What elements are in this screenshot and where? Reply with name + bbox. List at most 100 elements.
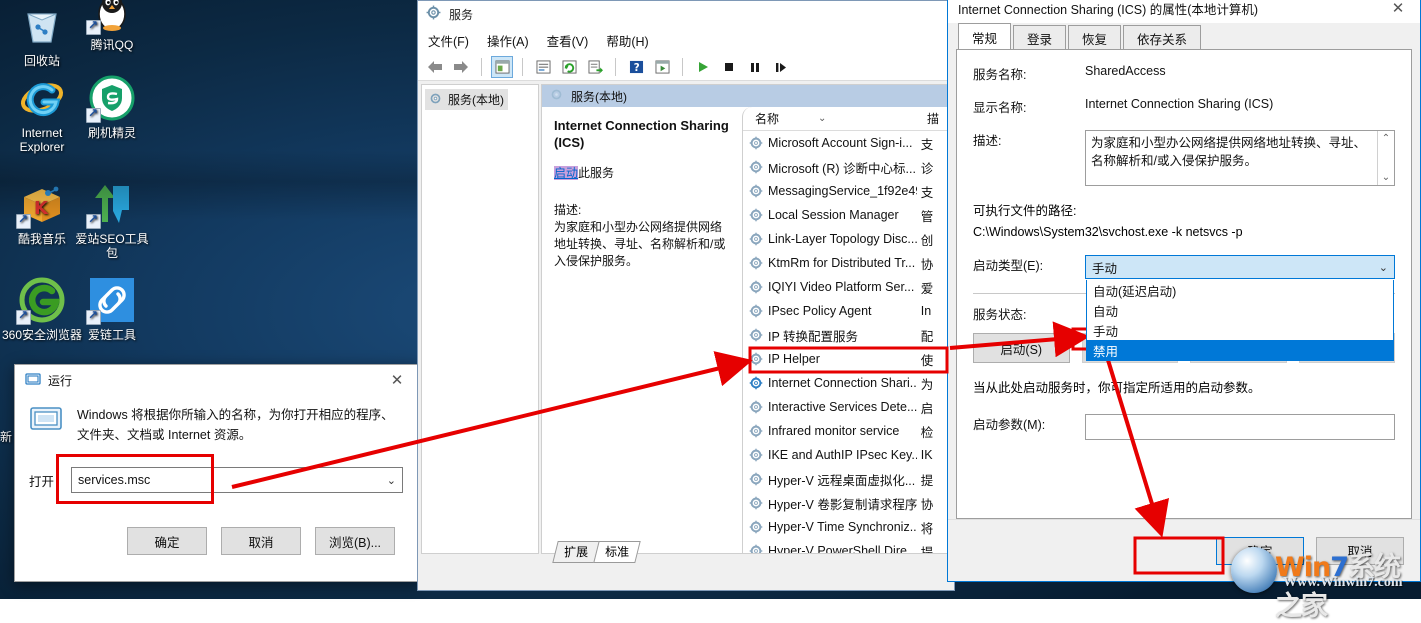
tab-extended[interactable]: 扩展 (552, 541, 600, 563)
service-row[interactable]: Hyper-V Time Synchroniz...将 (743, 515, 950, 539)
service-row[interactable]: MessagingService_1f92e49支 (743, 179, 950, 203)
tab-logon-label: 登录 (1027, 29, 1052, 48)
menu-help[interactable]: 帮助(H) (606, 31, 648, 50)
services-rows: Microsoft Account Sign-i...支Microsoft (R… (743, 131, 950, 553)
gear-icon (749, 472, 763, 486)
tab-general[interactable]: 常规 (958, 23, 1011, 51)
menu-action[interactable]: 操作(A) (487, 31, 529, 50)
show-tree-icon[interactable] (491, 56, 513, 78)
service-row[interactable]: Microsoft Account Sign-i...支 (743, 131, 950, 155)
gear-icon (749, 520, 763, 534)
console-icon[interactable] (651, 56, 673, 78)
export-list-icon[interactable] (584, 56, 606, 78)
watermark: Win7系统之家 Www.Winwin7.com (1225, 541, 1421, 597)
run-ok-button[interactable]: 确定 (127, 527, 207, 555)
chevron-down-icon[interactable]: ⌄ (1379, 261, 1388, 274)
run-cancel-button[interactable]: 取消 (221, 527, 301, 555)
service-row[interactable]: IPsec Policy Agent In (743, 299, 950, 323)
close-icon[interactable]: ✕ (1376, 0, 1420, 23)
service-row[interactable]: Hyper-V PowerShell Dire...提 (743, 539, 950, 553)
kuwo-music-icon: K (18, 180, 66, 228)
service-row[interactable]: Hyper-V 远程桌面虚拟化...提 (743, 467, 950, 491)
service-properties-dialog: Internet Connection Sharing (ICS) 的属性(本地… (947, 0, 1421, 582)
service-row[interactable]: Microsoft (R) 诊断中心标...诊 (743, 155, 950, 179)
stop-service-icon[interactable] (718, 56, 740, 78)
scroll-down-icon[interactable]: ⌄ (1382, 172, 1390, 183)
service-row[interactable]: IP Helper使 (743, 347, 950, 371)
service-row-name: Microsoft Account Sign-i... (768, 136, 913, 150)
service-row-name: IPsec Policy Agent (768, 304, 872, 318)
tab-recovery[interactable]: 恢复 (1068, 25, 1121, 51)
tree-node-label: 服务(本地) (448, 91, 504, 108)
service-row-description: 启 (917, 398, 950, 417)
service-row[interactable]: Infrared monitor service检 (743, 419, 950, 443)
service-row-name-cell: Hyper-V 远程桌面虚拟化... (743, 470, 917, 489)
column-header-description[interactable]: 描 (921, 110, 939, 127)
recycle-bin-icon (18, 2, 66, 50)
service-row[interactable]: Hyper-V 卷影复制请求程序协 (743, 491, 950, 515)
start-service-button[interactable]: 启动(S) (973, 333, 1070, 363)
service-row[interactable]: IQIYI Video Platform Ser...爱 (743, 275, 950, 299)
description-scrollbar[interactable]: ⌃ ⌄ (1377, 131, 1394, 185)
services-list[interactable]: 名称 ⌄ 描 Microsoft Account Sign-i...支Micro… (742, 107, 950, 553)
properties-icon[interactable] (532, 56, 554, 78)
startup-params-input[interactable] (1085, 414, 1395, 440)
back-arrow-icon[interactable] (424, 56, 446, 78)
tab-logon[interactable]: 登录 (1013, 25, 1066, 51)
service-row-name: IKE and AuthIP IPsec Key... (768, 448, 917, 462)
svg-text:?: ? (633, 62, 639, 74)
service-row[interactable]: IKE and AuthIP IPsec Key...IK (743, 443, 950, 467)
menu-view[interactable]: 查看(V) (547, 31, 589, 50)
service-row-description: In (917, 304, 950, 318)
restart-service-icon[interactable] (770, 56, 792, 78)
dropdown-option-auto-delayed[interactable]: 自动(延迟启动) (1087, 280, 1393, 300)
service-row[interactable]: Link-Layer Topology Disc...创 (743, 227, 950, 251)
gear-icon (749, 376, 763, 390)
service-row-name: IQIYI Video Platform Ser... (768, 280, 914, 294)
start-service-icon[interactable] (692, 56, 714, 78)
desktop-icon-shuaji-jingling[interactable]: 刷机精灵 (70, 74, 154, 140)
service-row-description: 支 (917, 182, 950, 201)
service-row[interactable]: Interactive Services Dete...启 (743, 395, 950, 419)
run-open-combobox[interactable]: services.msc ⌄ (71, 467, 403, 493)
desktop-icon-ailian-tool[interactable]: 爱链工具 (70, 276, 154, 342)
desktop-icon-aizhan-seo[interactable]: 爱站SEO工具包 (70, 180, 154, 260)
chevron-down-icon[interactable]: ⌄ (387, 474, 396, 487)
close-icon[interactable]: ✕ (375, 365, 419, 395)
service-row-name-cell: Interactive Services Dete... (743, 400, 917, 414)
description-textbox[interactable]: 为家庭和小型办公网络提供网络地址转换、寻址、名称解析和/或入侵保护服务。 ⌃ ⌄ (1085, 130, 1395, 186)
pause-service-icon[interactable] (744, 56, 766, 78)
service-row-name-cell: IP Helper (743, 352, 917, 366)
run-dialog-titlebar: 运行 ✕ (15, 365, 419, 395)
services-pane-header-label: 服务(本地) (571, 88, 627, 105)
scroll-up-icon[interactable]: ⌃ (1382, 133, 1390, 144)
forward-arrow-icon[interactable] (450, 56, 472, 78)
service-row[interactable]: KtmRm for Distributed Tr...协 (743, 251, 950, 275)
service-row-name-cell: MessagingService_1f92e49 (743, 184, 917, 198)
gear-icon (749, 424, 763, 438)
tab-standard[interactable]: 标准 (593, 541, 641, 563)
dropdown-option-auto[interactable]: 自动 (1087, 300, 1393, 320)
menu-file[interactable]: 文件(F) (428, 31, 469, 50)
startup-type-combobox[interactable]: 手动 ⌄ 自动(延迟启动) 自动 手动 禁用 (1085, 255, 1395, 279)
service-row[interactable]: Local Session Manager管 (743, 203, 950, 227)
dropdown-option-disabled[interactable]: 禁用 (1087, 340, 1393, 360)
service-row-name-cell: Local Session Manager (743, 208, 917, 222)
svg-text:K: K (34, 198, 49, 219)
dropdown-option-manual[interactable]: 手动 (1087, 320, 1393, 340)
tab-dependencies[interactable]: 依存关系 (1123, 25, 1201, 51)
sort-caret-icon: ⌄ (818, 113, 826, 124)
service-start-link-text: 启动 (554, 166, 578, 180)
tree-node-services-local[interactable]: 服务(本地) (425, 89, 508, 110)
service-row[interactable]: Internet Connection Shari...为 (743, 371, 950, 395)
service-row-description: 爱 (917, 278, 950, 297)
column-header-name[interactable]: 名称 ⌄ (743, 110, 921, 127)
refresh-icon[interactable] (558, 56, 580, 78)
services-columns: Internet Connection Sharing (ICS) 启动此服务 … (542, 107, 950, 553)
service-start-link[interactable]: 启动此服务 (554, 165, 730, 182)
help-icon[interactable]: ? (625, 56, 647, 78)
service-row-description: 配 (917, 326, 950, 345)
desktop-icon-qq[interactable]: 腾讯QQ (70, 0, 154, 52)
service-row[interactable]: IP 转换配置服务配 (743, 323, 950, 347)
run-browse-button[interactable]: 浏览(B)... (315, 527, 395, 555)
